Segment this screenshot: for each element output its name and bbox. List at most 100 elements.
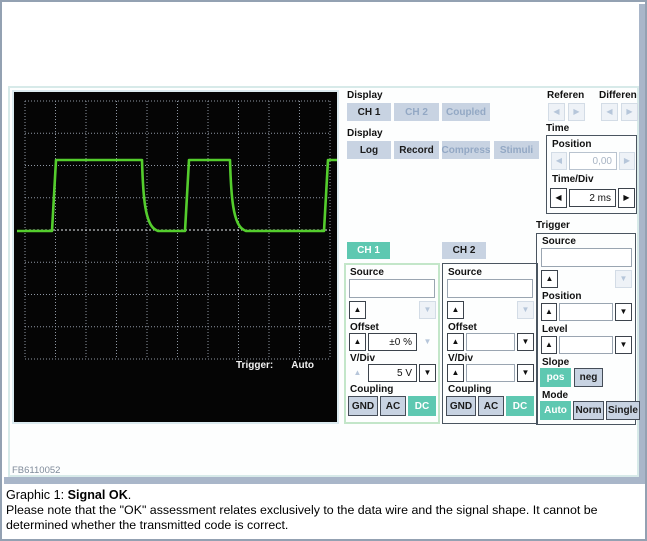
ch1-source-up-button[interactable] (349, 301, 366, 319)
trigger-position-down-button[interactable] (615, 303, 632, 321)
ch2-source-down-button[interactable] (517, 301, 534, 319)
ch2-offset-up-button[interactable] (447, 333, 464, 351)
display-ch2-button[interactable]: CH 2 (394, 103, 439, 121)
ch1-coupling-gnd-button[interactable]: GND (348, 396, 378, 416)
ch1-vdiv-up-button[interactable] (349, 364, 366, 382)
ch1-vdiv-down-button[interactable] (419, 364, 436, 382)
down-arrow-icon (424, 369, 432, 377)
display-modes-label: Display (347, 128, 383, 139)
caption-title-suffix: . (128, 488, 132, 502)
display-coupled-button[interactable]: Coupled (442, 103, 490, 121)
right-arrow-icon (623, 194, 629, 202)
ch2-offset-field[interactable] (466, 333, 515, 351)
up-arrow-icon (354, 369, 362, 377)
trigger-source-up-button[interactable] (541, 270, 558, 288)
ch2-coupling-gnd-button[interactable]: GND (446, 396, 476, 416)
display-stimuli-button[interactable]: Stimuli (494, 141, 539, 159)
time-position-decrease-button[interactable] (551, 152, 567, 170)
figure-code: FB6110052 (12, 465, 60, 476)
slope-neg-button[interactable]: neg (574, 368, 603, 387)
ch1-offset-up-button[interactable] (349, 333, 366, 351)
left-arrow-icon (555, 194, 561, 202)
trigger-position-field[interactable] (559, 303, 613, 321)
timediv-label: Time/Div (552, 174, 594, 185)
down-arrow-icon (620, 275, 628, 283)
trigger-position-up-button[interactable] (541, 303, 557, 321)
caption-body-line2: determined whether the transmitted code … (6, 518, 288, 532)
referen-next-button[interactable] (568, 103, 585, 121)
mode-auto-button[interactable]: Auto (540, 401, 571, 420)
caption-title-bold: Signal OK (68, 488, 128, 502)
ch2-source-field[interactable] (447, 279, 533, 298)
time-position-label: Position (552, 139, 591, 150)
figure-page: Trigger: Auto Display CH 1 CH 2 Coupled … (0, 0, 647, 541)
ch2-offset-label: Offset (448, 322, 477, 333)
ch2-source-label: Source (448, 267, 482, 278)
right-arrow-icon (624, 157, 630, 165)
display-compress-button[interactable]: Compress (442, 141, 490, 159)
time-position-field[interactable]: 0,00 (569, 152, 617, 170)
caption-body-line1: Please note that the "OK" assessment rel… (6, 503, 598, 517)
left-arrow-icon (606, 108, 612, 116)
ch2-vdiv-field[interactable] (466, 364, 515, 382)
timediv-increase-button[interactable] (618, 188, 635, 208)
down-arrow-icon (522, 306, 530, 314)
ch1-coupling-dc-button[interactable]: DC (408, 396, 436, 416)
trigger-level-label: Level (542, 324, 568, 335)
down-arrow-icon (522, 338, 530, 346)
ch1-vdiv-label: V/Div (350, 353, 375, 364)
right-arrow-icon (573, 108, 579, 116)
trigger-source-field[interactable] (541, 248, 632, 267)
trigger-level-up-button[interactable] (541, 336, 557, 354)
display-ch1-button[interactable]: CH 1 (347, 103, 391, 121)
up-arrow-icon (452, 369, 460, 377)
scope-canvas (14, 92, 337, 422)
caption-title: Graphic 1: Signal OK. (6, 488, 131, 502)
display-record-button[interactable]: Record (394, 141, 439, 159)
trigger-slope-label: Slope (542, 357, 569, 368)
window-right-edge (639, 4, 647, 482)
mode-norm-button[interactable]: Norm (573, 401, 604, 420)
differen-next-button[interactable] (621, 103, 638, 121)
down-arrow-icon (620, 308, 628, 316)
slope-pos-button[interactable]: pos (540, 368, 571, 387)
tab-ch2[interactable]: CH 2 (442, 242, 486, 259)
ch1-offset-field[interactable]: ±0 % (368, 333, 417, 351)
up-arrow-icon (354, 338, 362, 346)
ch2-source-up-button[interactable] (447, 301, 464, 319)
ch2-coupling-dc-button[interactable]: DC (506, 396, 534, 416)
trigger-level-field[interactable] (559, 336, 613, 354)
scope-display: Trigger: Auto (12, 90, 339, 424)
ch1-source-field[interactable] (349, 279, 435, 298)
ch1-source-down-button[interactable] (419, 301, 436, 319)
ch1-vdiv-field[interactable]: 5 V (368, 364, 417, 382)
trigger-group-label: Trigger (536, 220, 570, 231)
ch2-coupling-ac-button[interactable]: AC (478, 396, 504, 416)
ch2-vdiv-up-button[interactable] (447, 364, 464, 382)
ch2-offset-down-button[interactable] (517, 333, 534, 351)
mode-single-button[interactable]: Single (606, 401, 640, 420)
ch1-coupling-ac-button[interactable]: AC (380, 396, 406, 416)
differen-label: Differen (599, 90, 637, 101)
referen-prev-button[interactable] (548, 103, 565, 121)
trigger-position-label: Position (542, 291, 581, 302)
time-group-label: Time (546, 123, 569, 134)
differen-prev-button[interactable] (601, 103, 618, 121)
ch2-coupling-label: Coupling (448, 384, 491, 395)
timediv-decrease-button[interactable] (550, 188, 567, 208)
trigger-level-down-button[interactable] (615, 336, 632, 354)
trigger-mode-label: Mode (542, 390, 568, 401)
time-position-increase-button[interactable] (619, 152, 635, 170)
left-arrow-icon (556, 157, 562, 165)
trigger-readout: Trigger: Auto (236, 360, 336, 371)
ch2-vdiv-label: V/Div (448, 353, 473, 364)
ch1-source-label: Source (350, 267, 384, 278)
ch2-vdiv-down-button[interactable] (517, 364, 534, 382)
trigger-source-down-button[interactable] (615, 270, 632, 288)
timediv-field[interactable]: 2 ms (569, 189, 616, 207)
display-log-button[interactable]: Log (347, 141, 391, 159)
up-arrow-icon (546, 275, 554, 283)
tab-ch1[interactable]: CH 1 (347, 242, 390, 259)
down-arrow-icon (424, 306, 432, 314)
ch1-offset-down-button[interactable] (419, 333, 436, 351)
